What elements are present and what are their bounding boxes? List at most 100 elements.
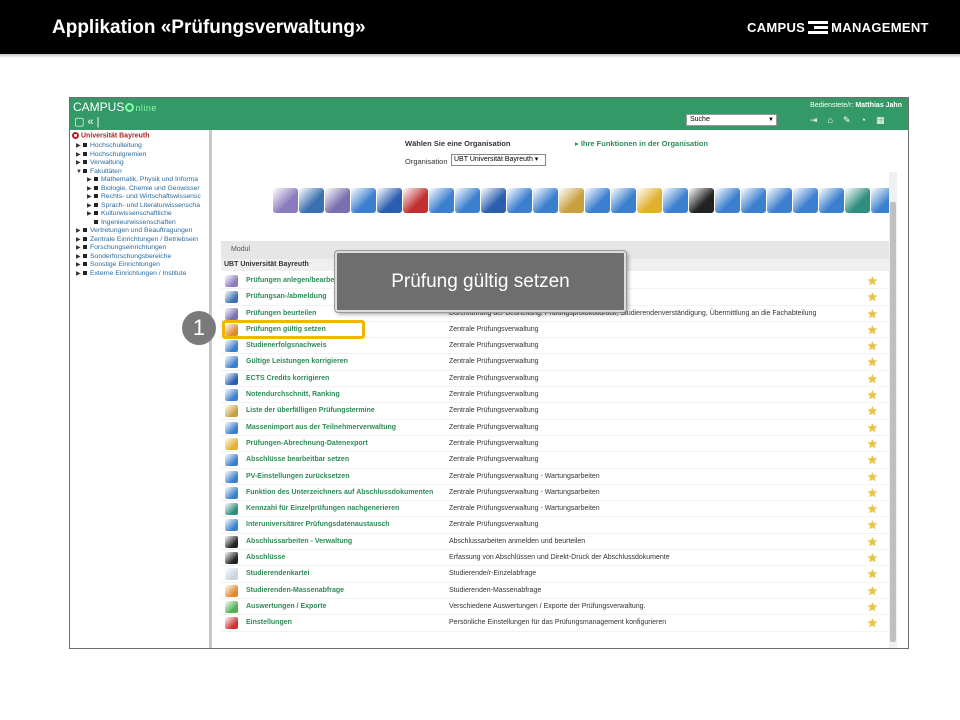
module-icon[interactable] [225, 454, 238, 467]
chevron-right-icon[interactable]: ▶ [76, 142, 83, 151]
search-select[interactable]: Suche ▼ [686, 114, 777, 126]
module-link[interactable]: Prüfungsan-/abmeldung [246, 293, 327, 300]
module-shortcut-icon[interactable] [377, 188, 402, 213]
tree-item[interactable]: ▶ Zentrale Einrichtungen / Betriebsein [70, 236, 209, 245]
module-shortcut-icon[interactable] [273, 188, 298, 213]
module-icon[interactable] [225, 421, 238, 434]
module-shortcut-icon[interactable] [507, 188, 532, 213]
favorite-star-icon[interactable]: ★ [867, 274, 878, 288]
module-link[interactable]: Notendurchschnitt, Ranking [246, 391, 340, 398]
favorite-star-icon[interactable]: ★ [867, 404, 878, 418]
module-shortcut-icon[interactable] [793, 188, 818, 213]
favorite-star-icon[interactable]: ★ [867, 567, 878, 581]
chevron-right-icon[interactable]: ▶ [87, 176, 94, 185]
campusonline-logo[interactable]: CAMPUS nline [73, 100, 157, 114]
collapse-icon[interactable]: « [87, 116, 93, 128]
favorite-star-icon[interactable]: ★ [867, 584, 878, 598]
tree-item[interactable]: ▶ Mathematik, Physik und Informa [70, 176, 209, 185]
favorite-star-icon[interactable]: ★ [867, 437, 878, 451]
chevron-right-icon[interactable]: ▶ [76, 261, 83, 270]
module-link[interactable]: Gültige Leistungen korrigieren [246, 358, 348, 365]
module-icon[interactable] [225, 372, 238, 385]
module-shortcut-icon[interactable] [455, 188, 480, 213]
favorite-star-icon[interactable]: ★ [867, 339, 878, 353]
favorite-star-icon[interactable]: ★ [867, 388, 878, 402]
favorite-star-icon[interactable]: ★ [867, 355, 878, 369]
module-link[interactable]: Auswertungen / Exporte [246, 603, 327, 610]
module-link[interactable]: Prüfungen anlegen/bearbeiten [246, 277, 347, 284]
module-shortcut-icon[interactable] [429, 188, 454, 213]
chevron-right-icon[interactable]: ▶ [76, 236, 83, 245]
module-shortcut-icon[interactable] [533, 188, 558, 213]
module-link[interactable]: ECTS Credits korrigieren [246, 375, 329, 382]
tree-item[interactable]: ▼ Fakultäten [70, 168, 209, 177]
logout-icon[interactable]: ⇥ [810, 115, 818, 126]
module-icon[interactable] [225, 307, 238, 320]
module-icon[interactable] [225, 405, 238, 418]
home-icon[interactable]: ⌂ [828, 115, 833, 126]
module-icon[interactable] [225, 600, 238, 613]
module-link[interactable]: Interuniversitärer Prüfungsdatenaustausc… [246, 521, 390, 528]
module-icon[interactable] [225, 552, 238, 565]
module-icon[interactable] [225, 519, 238, 532]
chevron-right-icon[interactable]: ▶ [87, 185, 94, 194]
module-link[interactable]: Prüfungen beurteilen [246, 310, 316, 317]
module-icon[interactable] [225, 389, 238, 402]
module-icon[interactable] [225, 617, 238, 630]
favorite-star-icon[interactable]: ★ [867, 421, 878, 435]
chevron-right-icon[interactable]: ▶ [76, 227, 83, 236]
favorite-star-icon[interactable]: ★ [867, 453, 878, 467]
module-link[interactable]: Studierendenkartei [246, 570, 309, 577]
module-icon[interactable] [225, 503, 238, 516]
tree-item[interactable]: ▶ Hochschulgremien [70, 151, 209, 160]
help-icon[interactable]: ▦ [876, 115, 885, 126]
org-select[interactable]: UBT Universität Bayreuth ▾ [451, 154, 546, 166]
favorite-star-icon[interactable]: ★ [867, 600, 878, 614]
chevron-right-icon[interactable]: ▶ [76, 253, 83, 262]
favorite-star-icon[interactable]: ★ [867, 535, 878, 549]
chevron-down-icon[interactable]: ▼ [76, 168, 83, 177]
module-link[interactable]: Abschlüsse [246, 554, 285, 561]
tree-item[interactable]: ▶ Hochschulleitung [70, 142, 209, 151]
module-shortcut-icon[interactable] [689, 188, 714, 213]
module-icon[interactable] [225, 340, 238, 353]
tree-item[interactable]: ▶ Sonstige Einrichtungen [70, 261, 209, 270]
window-icon[interactable]: ▢ [74, 116, 84, 128]
edit-icon[interactable]: ✎ [843, 115, 851, 126]
module-link[interactable]: Einstellungen [246, 619, 292, 626]
module-icon[interactable] [225, 437, 238, 450]
functions-link[interactable]: ▸ Ihre Funktionen in der Organisation [575, 139, 708, 148]
favorite-star-icon[interactable]: ★ [867, 551, 878, 565]
favorite-star-icon[interactable]: ★ [867, 323, 878, 337]
chevron-right-icon[interactable]: ▶ [76, 270, 83, 279]
module-icon[interactable] [225, 568, 238, 581]
module-link[interactable]: Funktion des Unterzeichners auf Abschlus… [246, 489, 433, 496]
favorite-star-icon[interactable]: ★ [867, 486, 878, 500]
module-link[interactable]: PV-Einstellungen zurücksetzen [246, 473, 349, 480]
scrollbar[interactable] [889, 172, 897, 648]
tree-item[interactable]: ▶ Biologie, Chemie und Geowisser [70, 185, 209, 194]
tree-item[interactable]: ▶ Sprach- und Literaturwissenscha [70, 202, 209, 211]
module-link[interactable]: Liste der überfälligen Prüfungstermine [246, 407, 375, 414]
module-link[interactable]: Studierenden-Massenabfrage [246, 587, 344, 594]
chevron-right-icon[interactable]: ▶ [76, 159, 83, 168]
tree-item[interactable]: ▶ Forschungseinrichtungen [70, 244, 209, 253]
module-shortcut-icon[interactable] [741, 188, 766, 213]
favorite-star-icon[interactable]: ★ [867, 616, 878, 630]
dashboard-icon[interactable]: ◔ [861, 115, 866, 126]
module-link[interactable]: Abschlussarbeiten - Verwaltung [246, 538, 352, 545]
tree-item[interactable]: ▶ Kulturwissenschaftliche [70, 210, 209, 219]
chevron-right-icon[interactable]: ▶ [87, 210, 94, 219]
module-shortcut-icon[interactable] [611, 188, 636, 213]
module-shortcut-icon[interactable] [819, 188, 844, 213]
chevron-right-icon[interactable]: ▶ [76, 151, 83, 160]
tree-item[interactable]: ▶ Rechts- und Wirtschaftswissensc [70, 193, 209, 202]
module-icon[interactable] [225, 470, 238, 483]
tree-item[interactable]: Ingenieurwissenschaften [70, 219, 209, 228]
module-icon[interactable] [225, 535, 238, 548]
module-shortcut-icon[interactable] [325, 188, 350, 213]
module-shortcut-icon[interactable] [663, 188, 688, 213]
favorite-star-icon[interactable]: ★ [867, 307, 878, 321]
module-shortcut-icon[interactable] [481, 188, 506, 213]
tree-item[interactable]: ▶ Vertretungen und Beauftragungen [70, 227, 209, 236]
